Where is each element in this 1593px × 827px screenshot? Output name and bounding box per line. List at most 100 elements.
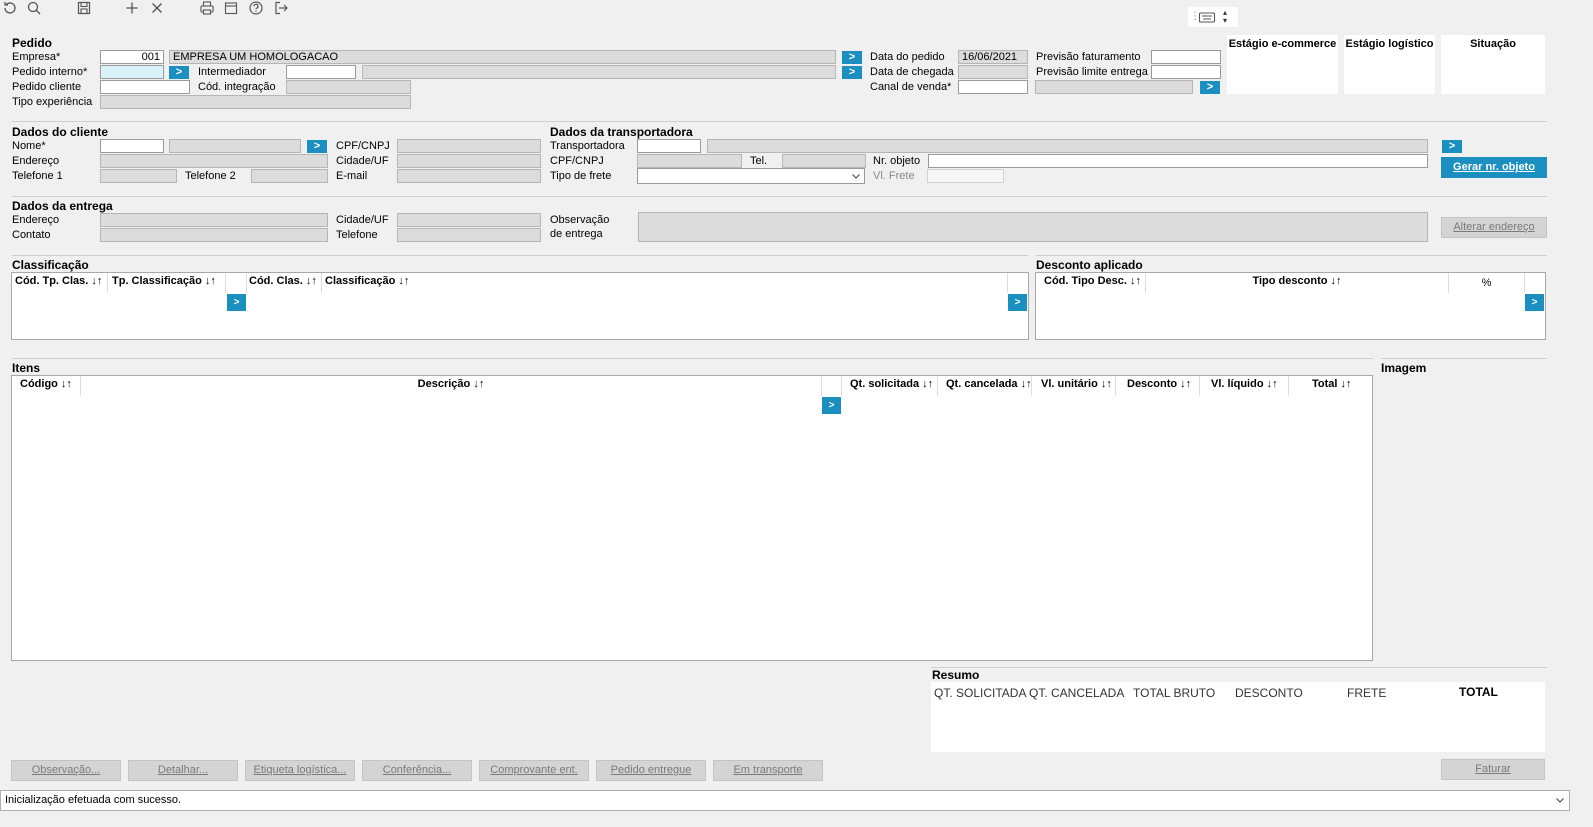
divider	[12, 358, 1373, 359]
search-icon[interactable]	[26, 0, 42, 16]
status-bar[interactable]: Inicialização efetuada com sucesso.	[0, 790, 1570, 811]
canal-venda-code-field[interactable]	[958, 80, 1028, 94]
divider	[931, 667, 1547, 668]
observacao-button[interactable]: Observação...	[11, 760, 121, 781]
imagem-label: Imagem	[1381, 361, 1427, 375]
em-transporte-button[interactable]: Em transporte	[713, 760, 823, 781]
col-classificacao[interactable]: Classificação ↓↑	[325, 274, 409, 288]
itens-add-button[interactable]: >	[822, 397, 841, 414]
desconto-add-button[interactable]: >	[1525, 294, 1544, 311]
de-entrega-label: de entrega	[550, 228, 603, 240]
col-total[interactable]: Total ↓↑	[1312, 377, 1352, 391]
col-cod-clas[interactable]: Cód. Clas. ↓↑	[249, 274, 317, 288]
resumo-panel: QT. SOLICITADA QT. CANCELADA TOTAL BRUTO…	[931, 682, 1545, 752]
desconto-table: Cód. Tipo Desc. ↓↑ Tipo desconto ↓↑ % >	[1035, 272, 1546, 340]
faturar-button[interactable]: Faturar	[1441, 759, 1545, 780]
telefone2-field	[251, 169, 328, 183]
col-qt-cancelada[interactable]: Qt. cancelada ↓↑	[946, 377, 1032, 391]
column-separator	[107, 273, 108, 293]
pedido-cliente-field[interactable]	[100, 80, 190, 94]
column-separator	[821, 376, 822, 396]
column-separator	[1007, 273, 1008, 293]
keyboard-widget[interactable]: ⋮ ▴ ▾	[1188, 7, 1238, 27]
help-icon[interactable]	[248, 0, 264, 16]
col-cod-tipo-desc[interactable]: Cód. Tipo Desc. ↓↑	[1044, 274, 1141, 288]
section-title-resumo: Resumo	[932, 668, 980, 682]
previsao-limite-field[interactable]	[1151, 65, 1221, 79]
tipo-frete-select[interactable]	[637, 168, 865, 184]
data-chegada-label: Data de chegada	[870, 66, 954, 78]
etiqueta-logistica-button[interactable]: Etiqueta logística...	[245, 760, 355, 781]
column-separator	[246, 273, 247, 293]
refresh-icon[interactable]	[2, 0, 18, 16]
canal-venda-label: Canal de venda*	[870, 81, 952, 93]
resumo-qt-solicitada: QT. SOLICITADA	[934, 686, 1027, 700]
conferencia-button[interactable]: Conferência...	[362, 760, 472, 781]
chevron-down-icon[interactable]	[1555, 794, 1565, 813]
col-tp-classificacao[interactable]: Tp. Classificação ↓↑	[112, 274, 216, 288]
col-vl-liquido[interactable]: Vl. líquido ↓↑	[1211, 377, 1278, 391]
column-separator	[937, 376, 938, 396]
cod-integracao-label: Cód. integração	[198, 81, 276, 93]
pedido-interno-field[interactable]	[100, 65, 164, 79]
canal-venda-lookup-button[interactable]: >	[1200, 81, 1220, 94]
keyboard-icon[interactable]	[1198, 9, 1216, 28]
vl-frete-field[interactable]	[927, 169, 1004, 183]
tel-field	[782, 154, 866, 168]
observacao-entrega-field	[638, 212, 1428, 242]
pedido-interno-lookup-button[interactable]: >	[169, 66, 189, 79]
tel-label: Tel.	[750, 155, 768, 167]
nr-objeto-field[interactable]	[928, 154, 1428, 168]
alterar-endereco-button[interactable]: Alterar endereço	[1441, 217, 1547, 238]
col-tipo-desconto[interactable]: Tipo desconto ↓↑	[1146, 274, 1448, 288]
exit-icon[interactable]	[273, 0, 289, 16]
divider	[1036, 255, 1547, 256]
estagio-ecommerce-panel: Estágio e-commerce	[1227, 35, 1338, 94]
col-cod-tp-clas[interactable]: Cód. Tp. Clas. ↓↑	[15, 274, 102, 288]
save-icon[interactable]	[76, 0, 92, 16]
chevron-updown-icon[interactable]: ▴ ▾	[1223, 9, 1227, 25]
entrega-telefone-field	[397, 228, 541, 242]
col-descricao[interactable]: Descrição ↓↑	[81, 377, 821, 391]
print-icon[interactable]	[199, 0, 215, 16]
nome-code-field[interactable]	[100, 139, 164, 153]
transportadora-lookup-button[interactable]: >	[1442, 140, 1462, 153]
section-title-cliente: Dados do cliente	[12, 125, 109, 139]
empresa-code-field[interactable]: 001	[100, 50, 164, 64]
tipo-experiencia-label: Tipo experiência	[12, 96, 93, 108]
transportadora-code-field[interactable]	[637, 139, 701, 153]
col-vl-unitario[interactable]: Vl. unitário ↓↑	[1041, 377, 1112, 391]
classificacao-left-add-button[interactable]: >	[227, 294, 246, 311]
column-separator	[225, 273, 226, 293]
entrega-endereco-label: Endereço	[12, 214, 60, 226]
transportadora-label: Transportadora	[550, 140, 625, 152]
cliente-lookup-button[interactable]: >	[307, 140, 327, 153]
classificacao-table: Cód. Tp. Clas. ↓↑ Tp. Classificação ↓↑ >…	[11, 272, 1029, 340]
empresa-lookup-button[interactable]: >	[842, 51, 862, 64]
comprovante-ent-button[interactable]: Comprovante ent.	[479, 760, 589, 781]
close-icon[interactable]	[149, 0, 165, 16]
col-percent[interactable]: %	[1449, 276, 1524, 290]
col-codigo[interactable]: Código ↓↑	[20, 377, 72, 391]
classificacao-right-add-button[interactable]: >	[1008, 294, 1027, 311]
pedido-entregue-button[interactable]: Pedido entregue	[596, 760, 706, 781]
intermediador-lookup-button[interactable]: >	[842, 66, 862, 79]
column-separator	[321, 273, 322, 293]
gerar-nr-objeto-button[interactable]: Gerar nr. objeto	[1441, 157, 1547, 178]
cliente-cpf-label: CPF/CNPJ	[336, 140, 390, 152]
transportadora-cpf-label: CPF/CNPJ	[550, 155, 604, 167]
intermediador-code-field[interactable]	[286, 65, 356, 79]
add-icon[interactable]	[124, 0, 140, 16]
data-chegada-field	[958, 65, 1028, 79]
previsao-faturamento-field[interactable]	[1151, 50, 1221, 64]
col-qt-solicitada[interactable]: Qt. solicitada ↓↑	[850, 377, 933, 391]
calendar-icon[interactable]	[223, 0, 239, 16]
estagio-logistico-panel: Estágio logístico	[1344, 35, 1435, 94]
estagio-logistico-label: Estágio logístico	[1345, 38, 1434, 50]
situacao-label: Situação	[1470, 38, 1516, 50]
detalhar-button[interactable]: Detalhar...	[128, 760, 238, 781]
divider	[12, 121, 1547, 122]
col-desconto[interactable]: Desconto ↓↑	[1127, 377, 1191, 391]
entrega-cidade-field	[397, 213, 541, 227]
entrega-telefone-label: Telefone	[336, 229, 378, 241]
